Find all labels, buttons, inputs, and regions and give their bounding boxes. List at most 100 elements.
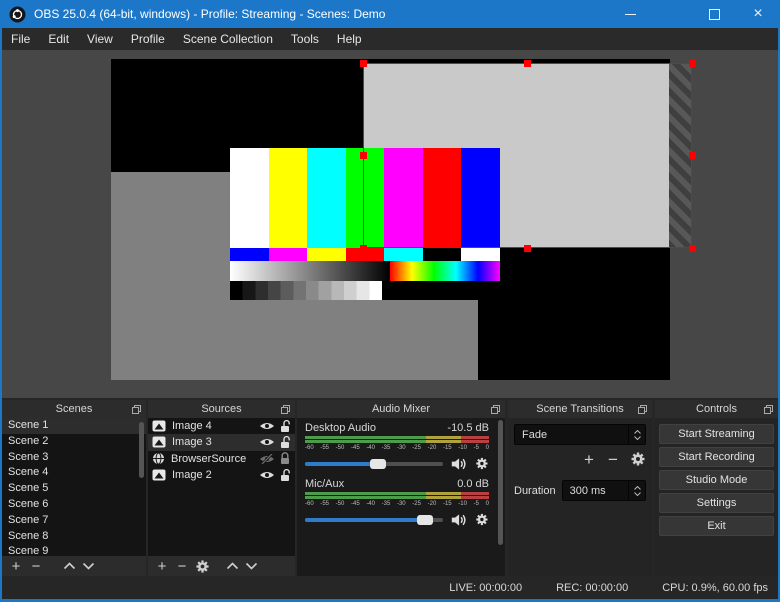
selection-handle[interactable] [360, 60, 367, 67]
close-button[interactable]: × [736, 0, 780, 28]
move-source-up-button[interactable] [226, 562, 239, 570]
volume-slider-handle[interactable] [417, 514, 434, 525]
scene-item[interactable]: Scene 1 [2, 418, 146, 434]
remove-scene-button[interactable]: − [29, 559, 43, 574]
menu-tools[interactable]: Tools [282, 28, 328, 50]
channel-settings-gear-icon[interactable] [475, 511, 489, 528]
channel-name: Desktop Audio [305, 422, 376, 434]
scene-item[interactable]: Scene 5 [2, 481, 146, 497]
selection-handle[interactable] [524, 245, 531, 252]
visibility-hidden-eye-icon[interactable] [259, 453, 275, 464]
visibility-eye-icon[interactable] [259, 421, 275, 431]
duration-label: Duration [514, 484, 556, 497]
channel-name: Mic/Aux [305, 478, 345, 490]
start-recording-button[interactable]: Start Recording [659, 447, 774, 467]
menu-help[interactable]: Help [328, 28, 371, 50]
scene-item[interactable]: Scene 8 [2, 529, 146, 545]
channel-db-value: 0.0 dB [457, 478, 489, 490]
scenes-list[interactable]: Scene 1 Scene 2 Scene 3 Scene 4 Scene 5 … [2, 418, 146, 556]
selection-handle[interactable] [689, 60, 696, 67]
speaker-icon[interactable] [451, 512, 467, 528]
dock-float-icon[interactable] [491, 405, 500, 414]
selection-handle[interactable] [360, 245, 367, 252]
move-source-down-button[interactable] [245, 562, 258, 570]
transition-select-spinner[interactable] [628, 425, 645, 444]
remove-transition-button[interactable]: − [606, 451, 620, 468]
audio-mixer-panel-title: Audio Mixer [297, 400, 505, 418]
source-item[interactable]: Image 2 [148, 467, 295, 483]
exit-button[interactable]: Exit [659, 516, 774, 536]
minimize-button[interactable] [608, 0, 652, 28]
scenes-scrollbar[interactable] [139, 422, 144, 478]
menu-profile[interactable]: Profile [122, 28, 174, 50]
dock-float-icon[interactable] [638, 405, 647, 414]
dock-float-icon[interactable] [281, 405, 290, 414]
transition-properties-gear-icon[interactable] [630, 451, 646, 467]
source-item[interactable]: BrowserSource [148, 451, 295, 467]
rec-time: REC: 00:00:00 [556, 581, 629, 594]
sources-toolbar: + − [148, 556, 295, 576]
visibility-eye-icon[interactable] [259, 437, 275, 447]
transition-select[interactable]: Fade [514, 424, 646, 445]
selection-handle[interactable] [689, 245, 696, 252]
selection-handle[interactable] [689, 152, 696, 159]
visibility-eye-icon[interactable] [259, 470, 275, 480]
volume-slider-handle[interactable] [370, 458, 387, 469]
source-properties-gear-icon[interactable] [195, 559, 210, 574]
add-scene-button[interactable]: + [9, 559, 23, 574]
cpu-fps-stats: CPU: 0.9%, 60.00 fps [662, 581, 768, 594]
scene-item[interactable]: Scene 4 [2, 465, 146, 481]
close-icon: × [753, 5, 763, 22]
scene-item[interactable]: Scene 6 [2, 497, 146, 513]
start-streaming-button[interactable]: Start Streaming [659, 424, 774, 444]
move-scene-up-button[interactable] [63, 562, 76, 570]
mixer-scrollbar[interactable] [498, 420, 503, 545]
source-item-selected[interactable]: Image 3 [148, 434, 295, 451]
selection-handle[interactable] [524, 60, 531, 67]
volume-slider[interactable] [305, 458, 443, 469]
lock-open-icon[interactable] [280, 419, 291, 433]
menu-file[interactable]: File [2, 28, 39, 50]
lock-open-icon[interactable] [280, 435, 291, 449]
dock-float-icon[interactable] [764, 405, 773, 414]
volume-meter [305, 492, 489, 500]
maximize-icon [708, 8, 720, 20]
menu-scene-collection[interactable]: Scene Collection [174, 28, 282, 50]
scene-item[interactable]: Scene 3 [2, 450, 146, 466]
scenes-toolbar: + − [2, 556, 146, 576]
scenes-panel: Scenes Scene 1 Scene 2 Scene 3 Scene 4 S… [2, 400, 146, 576]
studio-mode-button[interactable]: Studio Mode [659, 470, 774, 490]
preview-area[interactable] [2, 50, 778, 398]
duration-spinner[interactable] [628, 481, 645, 500]
add-transition-button[interactable]: + [582, 451, 596, 468]
scene-item[interactable]: Scene 2 [2, 434, 146, 450]
speaker-icon[interactable] [451, 456, 467, 472]
selection-border [363, 63, 692, 248]
audio-mixer-body: Desktop Audio -10.5 dB -60 -55 -50 -45 -… [297, 418, 505, 576]
scene-item[interactable]: Scene 7 [2, 513, 146, 529]
dock-float-icon[interactable] [132, 405, 141, 414]
selection-handle[interactable] [360, 152, 367, 159]
lock-closed-icon[interactable] [280, 452, 291, 465]
add-source-button[interactable]: + [155, 559, 169, 574]
sources-list[interactable]: Image 4 Image 3 BrowserSource Image 2 [148, 418, 295, 556]
lock-open-icon[interactable] [280, 468, 291, 482]
duration-spinbox[interactable]: 300 ms [561, 480, 646, 501]
volume-slider[interactable] [305, 514, 443, 525]
meter-tick-labels: -60 -55 -50 -45 -40 -35 -30 -25 -20 -15 -10 -5 0 [305, 501, 489, 507]
remove-source-button[interactable]: − [175, 559, 189, 574]
window-title: OBS 25.0.4 (64-bit, windows) - Profile: … [34, 7, 386, 21]
scene-item[interactable]: Scene 9 [2, 544, 146, 556]
menu-edit[interactable]: Edit [39, 28, 78, 50]
image-source-icon [152, 469, 166, 481]
menu-view[interactable]: View [78, 28, 122, 50]
maximize-button[interactable] [692, 0, 736, 28]
chevron-down-icon [633, 435, 641, 440]
sources-panel-title: Sources [148, 400, 295, 418]
browser-source-icon [153, 452, 164, 465]
source-item[interactable]: Image 4 [148, 418, 295, 434]
move-scene-down-button[interactable] [82, 562, 95, 570]
test-pattern-gradients [230, 261, 500, 281]
settings-button[interactable]: Settings [659, 493, 774, 513]
channel-settings-gear-icon[interactable] [475, 455, 489, 472]
